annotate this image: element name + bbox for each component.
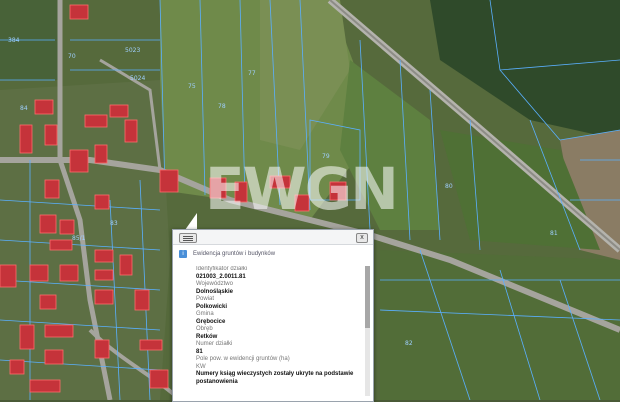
row-label: Identyfikator działki xyxy=(196,266,248,272)
popup-section-header: i Ewidencja gruntów i budynków xyxy=(179,250,359,260)
parcel-number-label: 80 xyxy=(445,183,453,190)
popup-header: x xyxy=(173,230,373,245)
row-wojewodztwo: Województwo Dolnośląskie xyxy=(196,281,362,296)
parcel-info-popup: x i Ewidencja gruntów i budynków Identyf… xyxy=(172,229,374,402)
row-value: Retków xyxy=(196,333,218,340)
row-label: KW xyxy=(196,363,206,370)
row-label: Gmina xyxy=(196,311,214,317)
row-numer-dzialki: Numer działki 81 xyxy=(196,341,362,356)
parcel-number-label: 82 xyxy=(405,340,413,347)
parcel-number-label: 75 xyxy=(188,83,196,90)
menu-icon[interactable] xyxy=(179,233,197,243)
popup-pointer xyxy=(185,213,197,230)
row-value: Numery ksiąg wieczystych zostały ukryte … xyxy=(196,371,354,385)
row-pole-pow: Pole pow. w ewidencji gruntów (ha) xyxy=(196,356,362,364)
parcel-number-label: 81 xyxy=(550,230,558,237)
row-value: Polkowicki xyxy=(196,303,228,310)
parcel-number-label: 78 xyxy=(218,103,226,110)
row-value: 81 xyxy=(196,348,203,355)
parcel-number-label: 5024 xyxy=(130,75,145,82)
ewgn-watermark: EWGN xyxy=(205,155,399,223)
parcel-number-label: 84 xyxy=(20,105,28,112)
parcel-number-label: 70 xyxy=(68,53,76,60)
row-value: 021003_2.0011.81 xyxy=(196,273,246,280)
parcel-number-label: 5023 xyxy=(125,47,140,54)
row-gmina: Gmina Grębocice xyxy=(196,311,362,326)
section-title: Ewidencja gruntów i budynków xyxy=(193,251,276,257)
row-label: Powiat xyxy=(196,296,215,302)
parcel-number-label: 83 xyxy=(110,220,118,227)
parcel-number-label: 384 xyxy=(8,37,20,44)
scrollbar-thumb[interactable] xyxy=(365,266,370,328)
info-icon: i xyxy=(179,250,187,258)
row-powiat: Powiat Polkowicki xyxy=(196,296,362,311)
popup-body[interactable]: Identyfikator działki 021003_2.0011.81 W… xyxy=(196,266,362,400)
row-label: Pole pow. w ewidencji gruntów (ha) xyxy=(196,356,290,362)
row-label: Numer działki xyxy=(196,341,233,347)
row-value: Grębocice xyxy=(196,318,226,325)
row-identifier: Identyfikator działki 021003_2.0011.81 xyxy=(196,266,362,281)
row-kw: KW Numery ksiąg wieczystych zostały ukry… xyxy=(196,364,362,387)
parcel-number-label: 77 xyxy=(248,70,256,77)
row-obreb: Obręb Retków xyxy=(196,326,362,341)
parcel-number-label: 85/1 xyxy=(72,235,86,242)
close-button[interactable]: x xyxy=(356,233,368,243)
row-value: Dolnośląskie xyxy=(196,288,234,295)
popup-scrollbar[interactable] xyxy=(365,266,370,396)
row-label: Obręb xyxy=(196,326,213,332)
row-label: Województwo xyxy=(196,281,233,287)
